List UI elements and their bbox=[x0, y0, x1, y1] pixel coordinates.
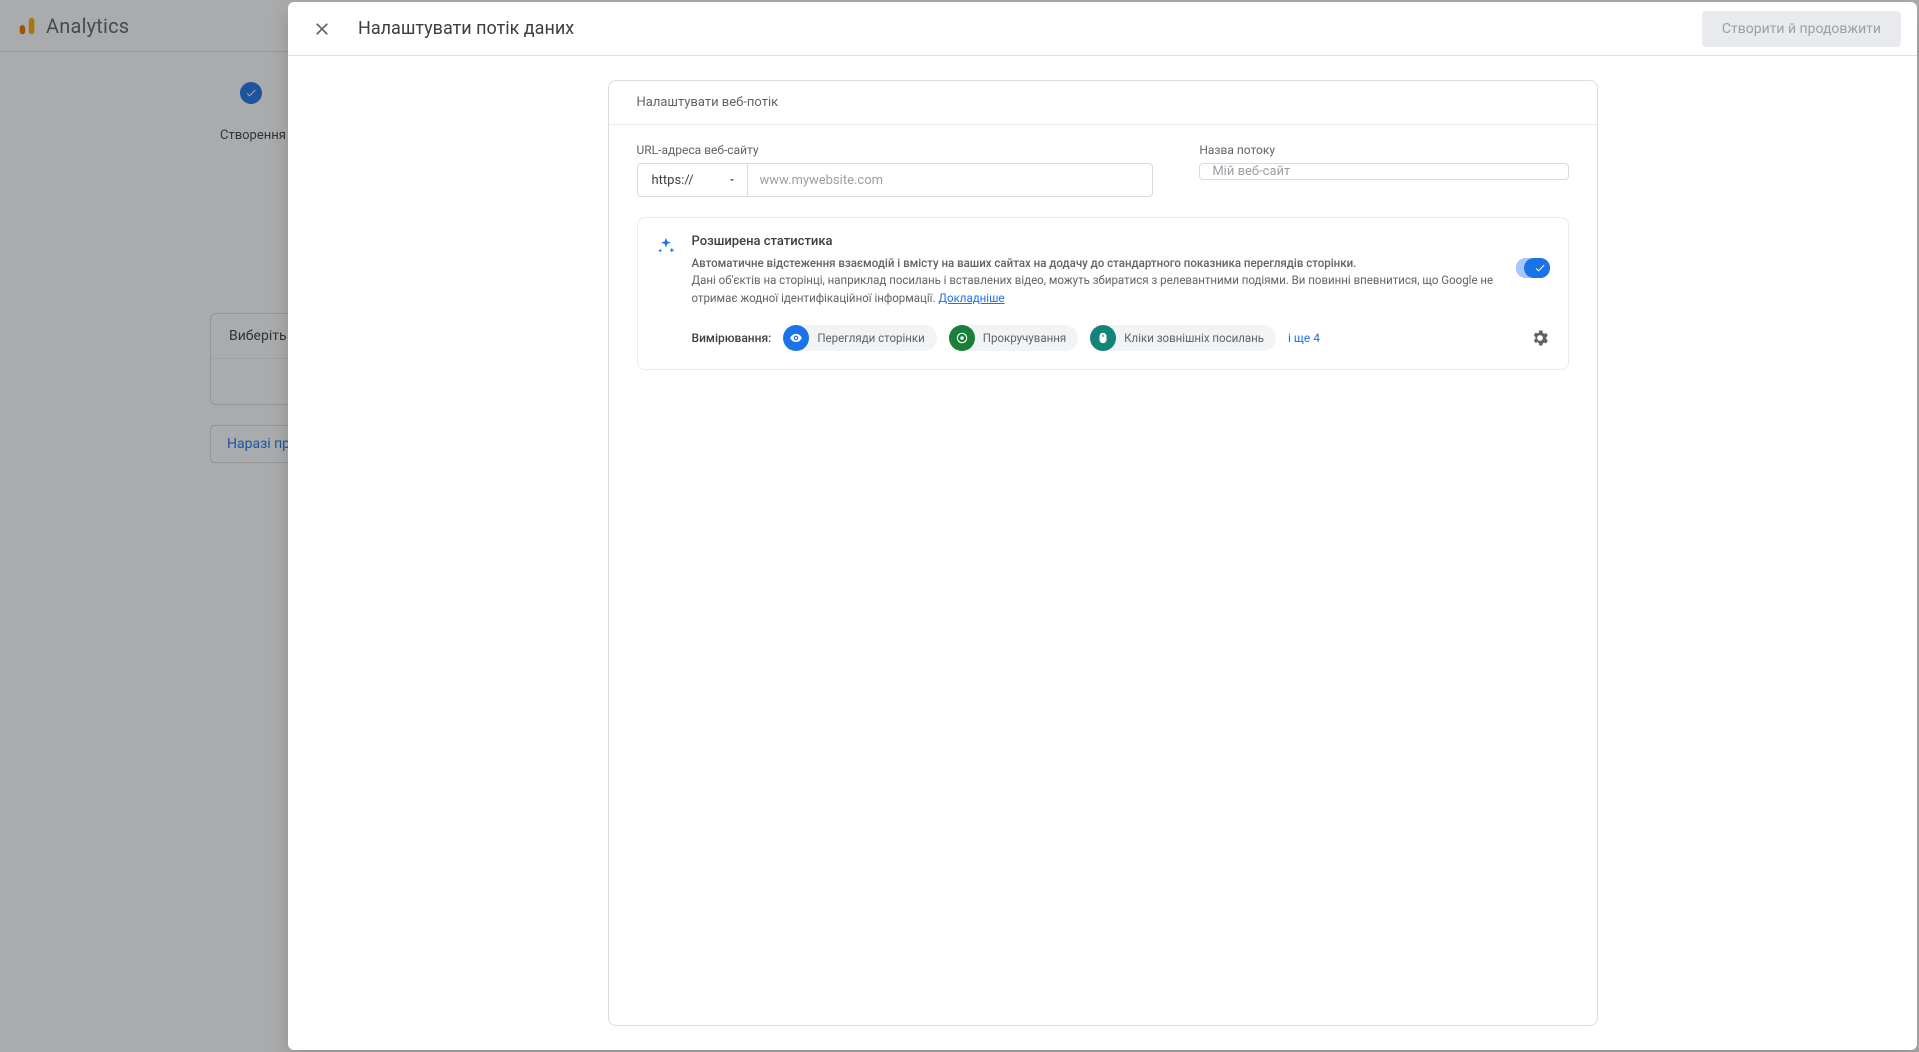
check-icon bbox=[1534, 262, 1546, 274]
stream-name-label: Назва потоку bbox=[1199, 143, 1568, 157]
chevron-down-icon bbox=[727, 175, 737, 185]
protocol-value: https:// bbox=[652, 173, 694, 188]
chip-page-views: Перегляди сторінки bbox=[783, 325, 936, 351]
measurement-label: Вимірювання: bbox=[692, 331, 772, 345]
gear-icon bbox=[1530, 328, 1550, 348]
create-and-continue-button[interactable]: Створити й продовжити bbox=[1702, 11, 1901, 47]
url-field: URL-адреса веб-сайту https:// bbox=[637, 143, 1154, 197]
enhanced-desc-text: Дані об'єктів на сторінці, наприклад пос… bbox=[692, 273, 1494, 304]
measurement-settings-button[interactable] bbox=[1530, 328, 1550, 348]
field-row: URL-адреса веб-сайту https:// Назва пото… bbox=[637, 143, 1569, 197]
chip-label: Перегляди сторінки bbox=[817, 331, 924, 345]
mouse-icon bbox=[1090, 325, 1116, 351]
target-icon bbox=[949, 325, 975, 351]
more-measurements-link[interactable]: і ще 4 bbox=[1288, 331, 1320, 345]
enhanced-desc-bold: Автоматичне відстеження взаємодій і вміс… bbox=[692, 255, 1500, 272]
close-button[interactable] bbox=[304, 11, 340, 47]
panel-header: Налаштувати потік даних Створити й продо… bbox=[288, 2, 1917, 56]
enhanced-measurement-box: Розширена статистика Автоматичне відстеж… bbox=[637, 217, 1569, 370]
chip-outbound-clicks: Кліки зовнішніх посилань bbox=[1090, 325, 1276, 351]
enhanced-toggle[interactable] bbox=[1516, 258, 1550, 278]
card-body: URL-адреса веб-сайту https:// Назва пото… bbox=[609, 125, 1597, 394]
enhanced-desc: Дані об'єктів на сторінці, наприклад пос… bbox=[692, 272, 1500, 307]
toggle-knob bbox=[1530, 258, 1550, 278]
chip-label: Прокручування bbox=[983, 331, 1066, 345]
stream-name-input[interactable] bbox=[1199, 163, 1568, 180]
card-header: Налаштувати веб-потік bbox=[609, 81, 1597, 125]
chip-scrolls: Прокручування bbox=[949, 325, 1078, 351]
url-input-group: https:// bbox=[637, 163, 1154, 197]
url-label: URL-адреса веб-сайту bbox=[637, 143, 1154, 157]
configure-stream-panel: Налаштувати потік даних Створити й продо… bbox=[288, 2, 1917, 1050]
sparkle-icon bbox=[656, 236, 676, 307]
chip-label: Кліки зовнішніх посилань bbox=[1124, 331, 1264, 345]
eye-icon bbox=[783, 325, 809, 351]
learn-more-link[interactable]: Докладніше bbox=[938, 291, 1004, 305]
measurement-row: Вимірювання: Перегляди сторінки Прокр bbox=[692, 325, 1550, 351]
enhanced-title: Розширена статистика bbox=[692, 234, 1500, 249]
stream-name-field: Назва потоку bbox=[1199, 143, 1568, 180]
panel-body: Налаштувати веб-потік URL-адреса веб-сай… bbox=[288, 56, 1917, 1050]
enhanced-top: Розширена статистика Автоматичне відстеж… bbox=[656, 234, 1550, 307]
web-stream-card: Налаштувати веб-потік URL-адреса веб-сай… bbox=[608, 80, 1598, 1026]
enhanced-text: Розширена статистика Автоматичне відстеж… bbox=[692, 234, 1500, 307]
panel-title: Налаштувати потік даних bbox=[358, 18, 1684, 39]
protocol-select[interactable]: https:// bbox=[637, 163, 747, 197]
website-url-input[interactable] bbox=[747, 163, 1154, 197]
close-icon bbox=[312, 19, 332, 39]
